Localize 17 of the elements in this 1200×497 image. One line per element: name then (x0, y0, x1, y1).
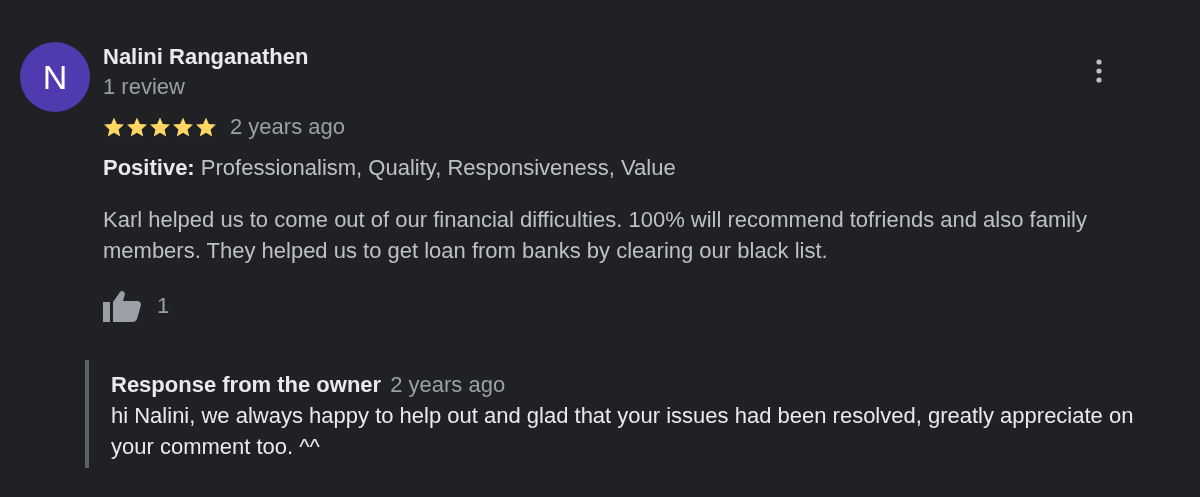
avatar: N (20, 42, 90, 112)
review-count: 1 review (103, 73, 186, 101)
owner-response-label: Response from the owner (111, 372, 382, 397)
star-icon (149, 116, 171, 138)
star-icon (126, 116, 148, 138)
more-options-icon[interactable] (1096, 59, 1102, 83)
author-name[interactable]: Nalini Ranganathen (103, 42, 345, 72)
response-time: 2 years ago (390, 372, 506, 397)
thumbs-up-icon[interactable] (103, 290, 143, 322)
review-text: Karl helped us to come out of our financial difficulties. 100% will recommend tofriends and also family members. They helped us to get loan from banks by clearing our black list. (103, 206, 1088, 265)
owner-response-text: hi Nalini, we always happy to help out and glad that your issues had been resolved, greatly appreciate on your comment too. ^^ (111, 402, 1135, 461)
star-icon (195, 116, 217, 138)
review-highlights: Positive: Professionalism, Quality, Responsiveness, Value (103, 154, 677, 182)
review-time: 2 years ago (230, 114, 345, 140)
star-icon (103, 116, 125, 138)
like-count: 1 (157, 293, 170, 319)
star-icon (172, 116, 194, 138)
